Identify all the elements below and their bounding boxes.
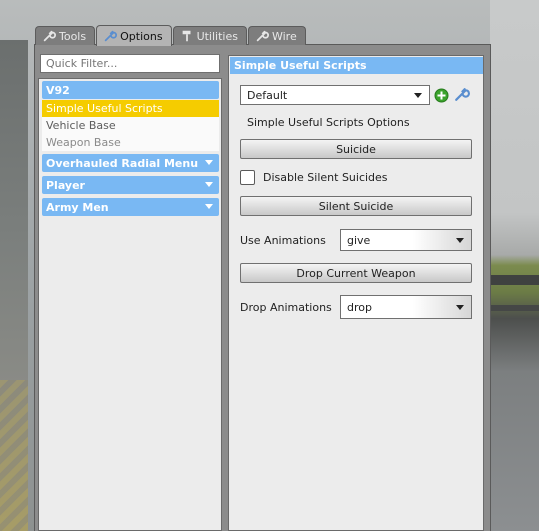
preset-value: Default <box>247 88 288 102</box>
drop-animations-label: Drop Animations <box>240 301 332 314</box>
category-header-player[interactable]: Player <box>42 176 219 194</box>
silent-suicide-button[interactable]: Silent Suicide <box>240 196 472 216</box>
category-title: Overhauled Radial Menu <box>46 156 199 170</box>
game-world-left-stripe <box>0 380 28 531</box>
category-title: V92 <box>46 83 70 97</box>
disable-silent-suicides-label: Disable Silent Suicides <box>263 171 388 184</box>
tab-label: Tools <box>59 29 87 43</box>
list-item-label: Simple Useful Scripts <box>46 102 163 115</box>
drop-animations-select[interactable]: drop <box>340 295 472 319</box>
wrench-icon <box>43 30 56 42</box>
list-item-simple-useful-scripts[interactable]: Simple Useful Scripts <box>42 100 219 117</box>
chevron-down-icon <box>456 238 464 243</box>
hammer-icon <box>182 30 191 42</box>
quick-filter-input[interactable] <box>40 54 220 73</box>
list-item-vehicle-base[interactable]: Vehicle Base <box>42 117 219 134</box>
chevron-down-icon <box>205 182 213 187</box>
add-preset-icon[interactable] <box>434 88 449 103</box>
list-item-weapon-base[interactable]: Weapon Base <box>42 134 219 151</box>
category-header-army-men[interactable]: Army Men <box>42 198 219 216</box>
tab-options[interactable]: Options <box>96 25 172 46</box>
list-item-label: Vehicle Base <box>46 119 116 132</box>
category-title: Army Men <box>46 200 109 214</box>
category-header-v92[interactable]: V92 <box>42 81 219 99</box>
drop-animations-value: drop <box>347 300 372 314</box>
use-animations-select[interactable]: give <box>340 229 472 251</box>
list-item-label: Weapon Base <box>46 136 121 149</box>
tab-label: Options <box>120 29 163 43</box>
wrench-icon[interactable] <box>453 86 470 103</box>
chevron-down-icon <box>414 93 422 98</box>
category-title: Player <box>46 178 85 192</box>
suicide-button[interactable]: Suicide <box>240 139 472 159</box>
tab-bar: Tools Options Utilities Wire <box>35 25 306 46</box>
panel-title: Simple Useful Scripts <box>230 57 483 74</box>
options-label: Simple Useful Scripts Options <box>247 116 410 129</box>
disable-silent-suicides-checkbox[interactable] <box>240 170 255 185</box>
game-world-barrier <box>490 275 539 285</box>
tab-wire[interactable]: Wire <box>247 26 306 45</box>
chevron-down-icon <box>205 160 213 165</box>
chevron-down-icon <box>205 204 213 209</box>
chevron-down-icon <box>456 305 464 310</box>
preset-select[interactable]: Default <box>240 85 430 105</box>
tab-tools[interactable]: Tools <box>35 26 96 45</box>
wrench-icon <box>104 30 118 42</box>
tab-label: Utilities <box>196 29 238 43</box>
category-header-overhauled-radial-menu[interactable]: Overhauled Radial Menu <box>42 154 219 172</box>
wrench-icon <box>256 30 269 42</box>
drop-current-weapon-button[interactable]: Drop Current Weapon <box>240 263 472 283</box>
use-animations-value: give <box>347 233 371 247</box>
tab-utilities[interactable]: Utilities <box>172 26 247 45</box>
game-world-right <box>490 0 539 531</box>
game-world-barrier-2 <box>490 305 539 311</box>
tab-label: Wire <box>271 29 297 43</box>
use-animations-label: Use Animations <box>240 234 326 247</box>
